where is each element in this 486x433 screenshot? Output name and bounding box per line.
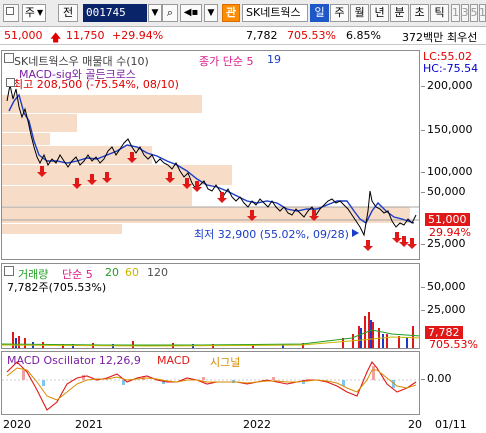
price-info-bar: 51,000 🡅 11,750 +29.94% 7,782 705.53% 6.… xyxy=(0,27,486,45)
chevron-down-icon: ▼ xyxy=(207,8,215,18)
date-2021: 2021 xyxy=(75,418,103,431)
volume-pane-menu-icon[interactable] xyxy=(4,266,14,276)
macd-title: MACD Oscillator 12,26,9 xyxy=(7,354,141,367)
low-note: 최저 32,900 (55.02%, 09/28) xyxy=(194,228,349,241)
volume-period-20: 20 xyxy=(105,266,119,279)
axis-tick xyxy=(421,192,425,193)
hc-label: HC:-75.54 xyxy=(423,62,479,75)
price-axis: LC:55.02 HC:-75.54 200,000 150,000 100,0… xyxy=(421,50,486,260)
volume-ratio: 705.53% xyxy=(287,29,336,42)
axis-label-100000: 100,000 xyxy=(427,165,473,178)
period-tick-button[interactable]: 틱 xyxy=(430,4,449,22)
turnover-rate: 6.85% xyxy=(346,29,381,42)
volume-axis-50000: 50,000 xyxy=(427,280,466,293)
axis-tick xyxy=(421,244,425,245)
watchlist-button[interactable]: 관 xyxy=(222,4,240,22)
price-change-percent: +29.94% xyxy=(112,29,164,42)
chevron-down-icon: ▼ xyxy=(151,8,159,18)
volume-axis: 50,000 25,000 7,782 705.53% xyxy=(421,263,486,351)
date-current: 01/11 xyxy=(435,418,467,431)
interval-1-button[interactable]: 1 xyxy=(451,4,460,22)
window-icon[interactable] xyxy=(3,4,19,22)
period-minute-button[interactable]: 분 xyxy=(390,4,409,22)
axis-tick xyxy=(421,86,425,87)
date-2020: 2020 xyxy=(3,418,31,431)
date-20: 20 xyxy=(408,418,422,431)
axis-tick xyxy=(421,130,425,131)
ma-value: 19 xyxy=(267,53,281,66)
ma-label: 종가 단순 5 xyxy=(199,55,254,68)
chart-toolbar: 주 ▼ 전 001745 ▼ ⌕ ◀▪ ▼ 관 SK네트웍스 일 주 월 년 분 … xyxy=(0,0,486,27)
axis-label-50000: 50,000 xyxy=(427,185,466,198)
period-month-button[interactable]: 월 xyxy=(350,4,369,22)
macd-pane[interactable]: MACD Oscillator 12,26,9 MACD 시그널 xyxy=(1,351,420,415)
quote-type: 최우선 xyxy=(447,31,478,44)
volume-pane[interactable]: 거래량 단순 5 20 60 120 7,782주(705.53%) xyxy=(1,263,420,349)
volume-period-60: 60 xyxy=(125,266,139,279)
interval-3-button[interactable]: 3 xyxy=(461,4,469,22)
pane-menu-icon[interactable] xyxy=(4,53,14,63)
volume-value: 7,782 xyxy=(246,29,278,42)
interval-10-button[interactable]: 1 xyxy=(479,4,486,22)
code-dropdown-button[interactable]: ▼ xyxy=(148,4,162,22)
date-2022: 2022 xyxy=(243,418,271,431)
current-price: 51,000 xyxy=(4,29,43,42)
signal-label: 시그널 xyxy=(210,356,241,369)
price-pane[interactable]: SK네트웍스우 매물대 수(10) 종가 단순 5 19 MACD-sig와 골… xyxy=(1,50,420,260)
search-icon: ⌕ xyxy=(166,6,174,19)
stock-chart: SK네트웍스우 매물대 수(10) 종가 단순 5 19 MACD-sig와 골… xyxy=(0,46,486,433)
search-button[interactable]: ⌕ xyxy=(162,4,178,22)
crosshair-icon[interactable] xyxy=(6,78,15,87)
period-day-button[interactable]: 일 xyxy=(310,4,329,22)
volume-value-note: 7,782주(705.53%) xyxy=(7,281,107,294)
axis-label-25000: 25,000 xyxy=(427,237,466,250)
axis-tick xyxy=(421,379,425,380)
axis-tick xyxy=(421,287,425,288)
macd-axis: 0.00 xyxy=(421,351,486,415)
volume-axis-25000: 25,000 xyxy=(427,303,466,316)
axis-tick xyxy=(421,172,425,173)
speaker-button[interactable]: ◀▪ xyxy=(180,4,202,22)
price-change: 11,750 xyxy=(66,29,105,42)
period-year-button[interactable]: 년 xyxy=(370,4,389,22)
trade-amount: 372백만 xyxy=(402,31,444,44)
high-note: 최고 208,500 (-75.54%, 08/10) xyxy=(13,78,179,91)
period-week-button[interactable]: 주 xyxy=(330,4,349,22)
interval-5-button[interactable]: 5 xyxy=(470,4,478,22)
window-box-icon xyxy=(6,7,14,15)
chevron-down-icon: ▼ xyxy=(36,8,44,17)
speaker-icon: ◀▪ xyxy=(183,7,199,18)
period-second-button[interactable]: 초 xyxy=(410,4,429,22)
axis-label-200000: 200,000 xyxy=(427,79,473,92)
axis-label-150000: 150,000 xyxy=(427,123,473,136)
macd-axis-zero: 0.00 xyxy=(427,372,452,385)
axis-tick xyxy=(421,310,425,311)
macd-label: MACD xyxy=(157,354,190,367)
speaker-dropdown[interactable]: ▼ xyxy=(204,4,218,22)
volume-pct-tag: 705.53% xyxy=(429,338,478,351)
stock-code-input[interactable]: 001745 xyxy=(83,4,147,22)
market-select[interactable]: 주 ▼ xyxy=(22,4,46,22)
volume-period-120: 120 xyxy=(147,266,168,279)
current-price-tag: 51,000 xyxy=(425,213,470,226)
prev-button[interactable]: 전 xyxy=(58,4,78,22)
stock-name-field: SK네트웍스 xyxy=(242,4,308,22)
